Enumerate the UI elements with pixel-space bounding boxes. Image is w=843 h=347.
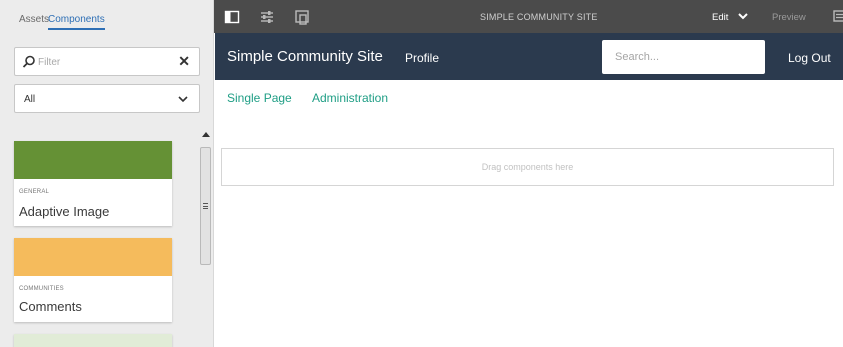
component-list-scrollbar[interactable] <box>198 130 214 347</box>
component-category: COMMUNITIES <box>19 286 64 292</box>
side-panel-tabs: Assets Components <box>0 0 214 34</box>
site-search-input[interactable]: Search... <box>602 40 765 74</box>
page-title: SIMPLE COMMUNITY SITE <box>480 12 598 22</box>
component-group-value: All <box>24 94 36 105</box>
nav-administration[interactable]: Administration <box>312 91 388 105</box>
component-thumbnail <box>14 141 172 179</box>
nav-single-page[interactable]: Single Page <box>227 91 292 105</box>
component-thumbnail <box>14 238 172 276</box>
tab-assets[interactable]: Assets <box>19 14 49 25</box>
logout-link[interactable]: Log Out <box>788 51 831 65</box>
page-properties-icon[interactable] <box>259 9 275 25</box>
clear-filter-icon[interactable]: ✕ <box>178 53 190 70</box>
side-panel-toggle-icon[interactable] <box>224 9 240 25</box>
chevron-down-icon[interactable] <box>737 10 749 22</box>
component-card-comments[interactable]: COMMUNITIES Comments <box>14 238 172 322</box>
site-header: Simple Community Site Profile Search... … <box>215 33 843 80</box>
component-group-select[interactable]: All <box>14 84 200 113</box>
component-thumbnail <box>14 334 172 347</box>
chevron-down-icon <box>178 96 188 103</box>
mode-edit-label[interactable]: Edit <box>712 12 728 23</box>
annotations-icon[interactable] <box>833 9 843 25</box>
tab-components[interactable]: Components <box>48 14 105 30</box>
dropzone-placeholder: Drag components here <box>481 162 574 172</box>
site-title[interactable]: Simple Community Site <box>227 48 383 65</box>
emulator-icon[interactable] <box>294 9 310 25</box>
preview-button[interactable]: Preview <box>772 12 806 23</box>
scroll-up-arrow-icon[interactable] <box>202 132 210 137</box>
component-card-adaptive-image[interactable]: GENERAL Adaptive Image <box>14 141 172 226</box>
component-title: Adaptive Image <box>19 204 110 219</box>
filter-placeholder: Filter <box>38 57 61 68</box>
filter-input[interactable]: Filter ✕ <box>14 47 200 76</box>
grip-icon <box>203 203 208 209</box>
component-dropzone[interactable]: Drag components here <box>221 148 834 186</box>
scroll-thumb[interactable] <box>200 147 211 265</box>
component-title: Comments <box>19 299 82 314</box>
site-search-placeholder: Search... <box>615 51 660 63</box>
component-category: GENERAL <box>19 189 50 195</box>
profile-link[interactable]: Profile <box>405 51 439 65</box>
editor-toolbar: SIMPLE COMMUNITY SITE Edit Preview <box>214 0 843 33</box>
component-card-partial[interactable] <box>14 334 172 347</box>
side-panel: Assets Components Filter ✕ All GENERAL A… <box>0 0 214 347</box>
search-icon <box>22 55 35 68</box>
